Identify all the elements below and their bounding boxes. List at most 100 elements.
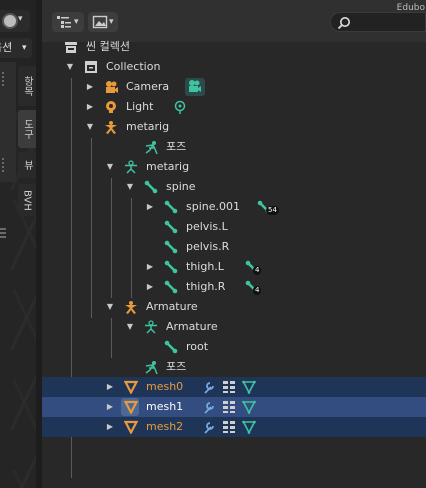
expand-arrow-icon[interactable]: ▶ xyxy=(84,97,96,117)
drag-handle-icon[interactable] xyxy=(2,158,4,172)
camera-data-chip[interactable] xyxy=(185,78,205,96)
expand-arrow-icon[interactable]: ▼ xyxy=(64,57,76,77)
expand-arrow-icon[interactable]: ▶ xyxy=(104,417,116,437)
light-data-icon[interactable] xyxy=(173,100,187,114)
tree-row-bone-thigh-r[interactable]: ▶ thigh.R 4 xyxy=(42,277,426,297)
chevron-down-icon: ▾ xyxy=(22,43,27,53)
row-label: mesh2 xyxy=(146,420,184,433)
modifier-wrench-icon[interactable] xyxy=(202,420,216,434)
tree-row-bone-thigh-l[interactable]: ▶ thigh.L 4 xyxy=(42,257,426,277)
viewport-shading-dropdown[interactable]: ▾ xyxy=(0,10,30,32)
expand-arrow-icon[interactable]: ▶ xyxy=(144,257,156,277)
bone-icon xyxy=(164,340,178,354)
tree-row-bone-root[interactable]: root xyxy=(42,337,426,357)
row-label: 포즈 xyxy=(166,140,187,153)
outliner-tree: 씬 컬렉션 ▼ Collection ▶ Camera ▶ Light ▼ me… xyxy=(42,36,426,488)
tree-row-metarig-object[interactable]: ▼ metarig xyxy=(42,117,426,137)
light-object-icon xyxy=(106,101,116,113)
image-icon xyxy=(92,15,108,29)
row-label: spine.001 xyxy=(186,200,241,213)
tree-row-camera[interactable]: ▶ Camera xyxy=(42,77,426,97)
search-field[interactable]: Edubo xyxy=(330,3,426,32)
expand-arrow-icon[interactable]: ▼ xyxy=(84,117,96,137)
collection-icon xyxy=(85,61,97,73)
mesh-object-icon xyxy=(124,400,138,414)
options-dropdown[interactable]: 옵션 ▾ xyxy=(0,38,32,58)
display-mode-dropdown[interactable]: ▾ xyxy=(52,12,84,32)
expand-arrow-icon[interactable]: ▶ xyxy=(144,277,156,297)
shading-sphere-icon xyxy=(2,13,18,29)
chevron-down-icon: ▾ xyxy=(18,14,23,24)
outliner-tree-icon xyxy=(57,16,71,28)
search-input[interactable] xyxy=(357,14,423,30)
modifier-wrench-icon[interactable] xyxy=(202,400,216,414)
tree-row-mesh0[interactable]: ▶ mesh0 xyxy=(42,377,426,397)
row-label: Armature xyxy=(146,300,198,313)
outliner-panel: ▾ ▾ Edubo 씬 컬렉션 ▼ Collection ▶ Camera ▶ … xyxy=(42,0,426,488)
row-label: Camera xyxy=(126,80,170,93)
expand-arrow-icon[interactable]: ▶ xyxy=(104,397,116,417)
tab-view[interactable]: 뷰 xyxy=(18,152,36,178)
pose-icon xyxy=(145,361,158,374)
child-count-badge: 54 xyxy=(266,206,279,215)
3d-viewport-edge[interactable]: ▾ 옵션 ▾ 항목 도구 뷰 BVH xyxy=(0,0,36,488)
row-label: Collection xyxy=(106,60,161,73)
armature-object-icon xyxy=(105,121,117,134)
tree-row-collection[interactable]: ▼ Collection xyxy=(42,57,426,77)
scene-collection-icon xyxy=(65,42,77,53)
pose-icon xyxy=(145,141,158,154)
drag-handle-icon[interactable] xyxy=(2,72,4,86)
drag-handle-icon[interactable] xyxy=(0,228,6,240)
mesh-object-icon xyxy=(124,420,138,434)
tree-row-armature-data[interactable]: ▼ Armature xyxy=(42,317,426,337)
bone-icon xyxy=(164,200,178,214)
vertex-groups-icon[interactable] xyxy=(222,380,236,394)
tree-row-scene-collection[interactable]: 씬 컬렉션 xyxy=(42,37,426,57)
tab-bvh[interactable]: BVH xyxy=(18,184,36,216)
mesh-data-icon[interactable] xyxy=(242,420,256,434)
mesh-data-icon[interactable] xyxy=(242,380,256,394)
armature-data-icon xyxy=(145,320,157,334)
tree-row-mesh2[interactable]: ▶ mesh2 xyxy=(42,417,426,437)
mesh-data-icon[interactable] xyxy=(242,400,256,414)
tree-row-light[interactable]: ▶ Light xyxy=(42,97,426,117)
expand-arrow-icon[interactable]: ▼ xyxy=(104,297,116,317)
row-label: pelvis.L xyxy=(186,220,228,233)
chevron-down-icon: ▾ xyxy=(74,17,79,27)
camera-data-icon xyxy=(189,80,201,92)
child-count-badge: 4 xyxy=(253,286,262,295)
tree-row-bone-spine001[interactable]: ▶ spine.001 54 xyxy=(42,197,426,217)
tree-row-metarig-data[interactable]: ▼ metarig xyxy=(42,157,426,177)
modifier-wrench-icon[interactable] xyxy=(202,380,216,394)
bone-icon xyxy=(164,220,178,234)
expand-arrow-icon[interactable]: ▶ xyxy=(84,77,96,97)
bone-icon xyxy=(144,180,158,194)
row-label: root xyxy=(186,340,209,353)
tree-row-bone-pelvis-r[interactable]: pelvis.R xyxy=(42,237,426,257)
row-label: 씬 컬렉션 xyxy=(86,40,130,53)
tree-row-pose[interactable]: 포즈 xyxy=(42,357,426,377)
expand-arrow-icon[interactable]: ▼ xyxy=(104,157,116,177)
tab-tool[interactable]: 도구 xyxy=(18,110,36,148)
tree-row-bone-pelvis-l[interactable]: pelvis.L xyxy=(42,217,426,237)
sidebar-panel xyxy=(0,62,16,182)
tree-row-armature-object[interactable]: ▼ Armature xyxy=(42,297,426,317)
tree-row-pose[interactable]: 포즈 xyxy=(42,137,426,157)
row-label: 포즈 xyxy=(166,360,187,373)
tree-row-mesh1[interactable]: ▶ mesh1 xyxy=(42,397,426,417)
expand-arrow-icon[interactable]: ▼ xyxy=(124,177,136,197)
vertex-groups-icon[interactable] xyxy=(222,400,236,414)
row-label: thigh.R xyxy=(186,280,226,293)
expand-arrow-icon[interactable]: ▶ xyxy=(104,377,116,397)
expand-arrow-icon[interactable]: ▶ xyxy=(144,197,156,217)
row-label: spine xyxy=(166,180,196,193)
row-label: mesh1 xyxy=(146,400,184,413)
row-label: thigh.L xyxy=(186,260,224,273)
tab-item[interactable]: 항목 xyxy=(18,66,36,106)
vertex-groups-icon[interactable] xyxy=(222,420,236,434)
filter-dropdown[interactable]: ▾ xyxy=(88,12,118,32)
expand-arrow-icon[interactable]: ▼ xyxy=(124,317,136,337)
armature-object-icon xyxy=(125,301,137,314)
camera-object-icon xyxy=(106,81,118,93)
tree-row-bone-spine[interactable]: ▼ spine xyxy=(42,177,426,197)
